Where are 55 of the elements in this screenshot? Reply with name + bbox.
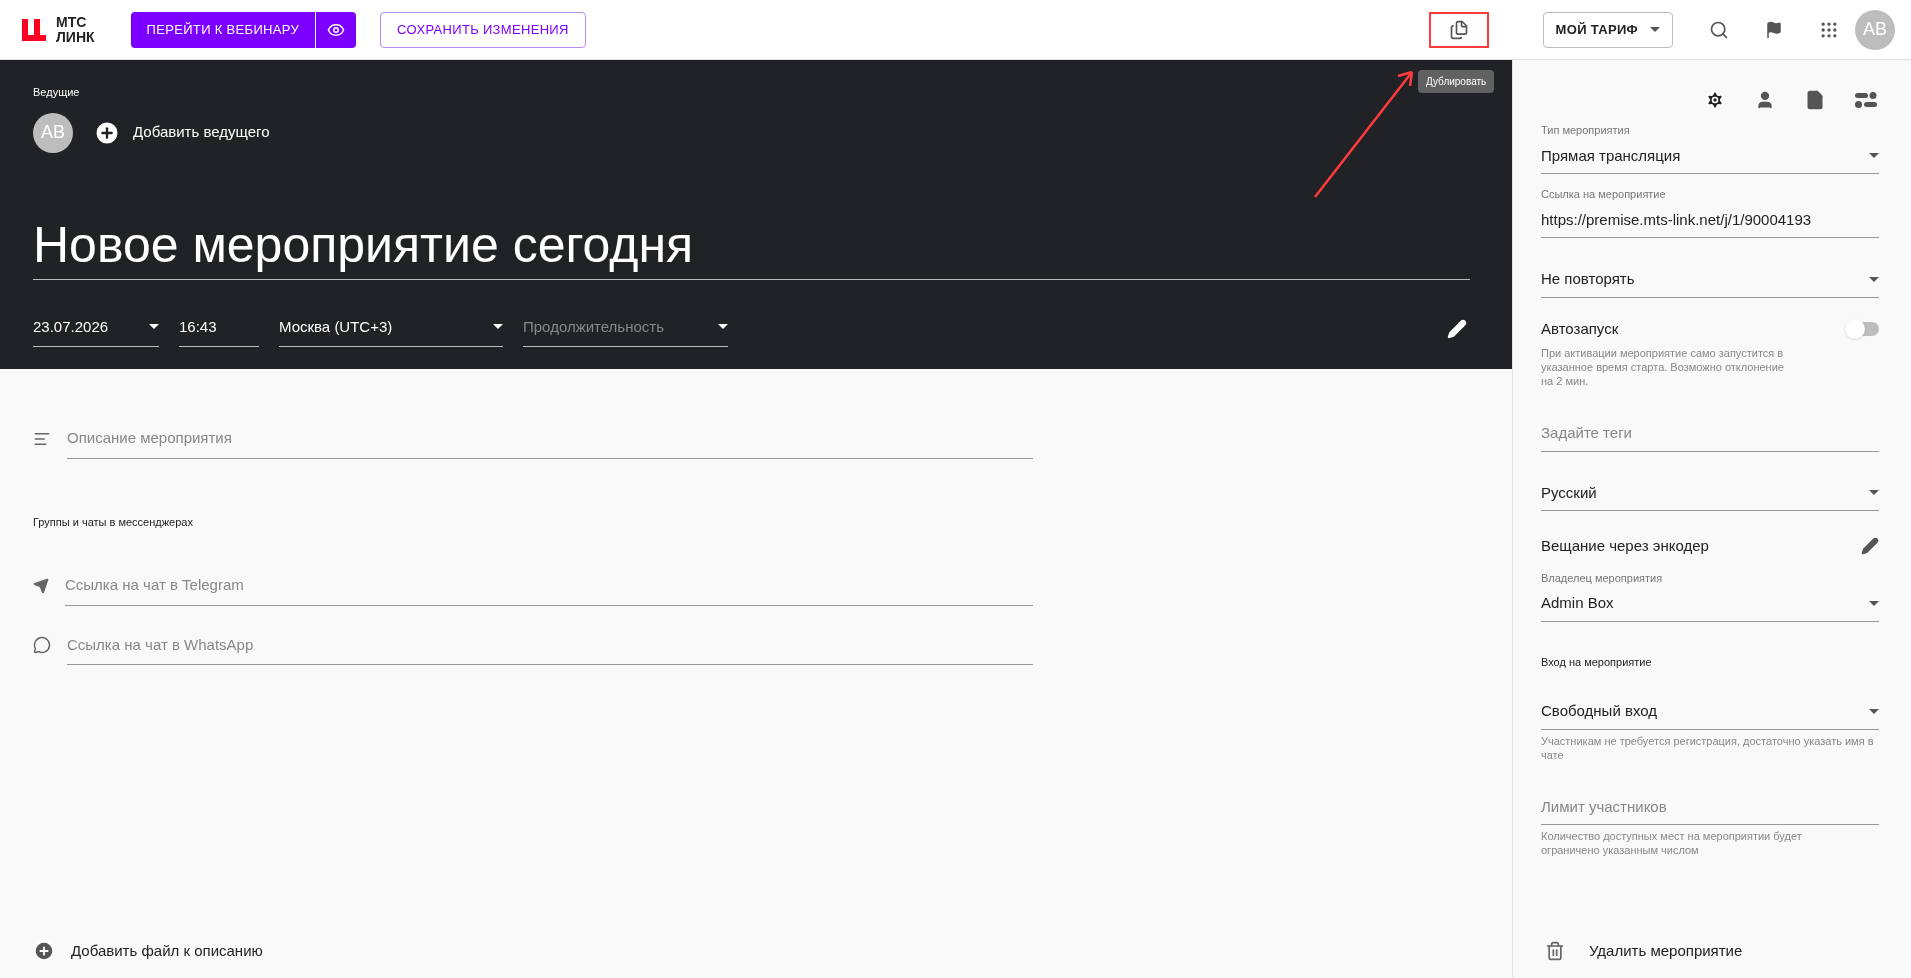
dropdown-caret-icon: [718, 324, 728, 330]
delete-event-button[interactable]: Удалить мероприятие: [1541, 939, 1879, 962]
field-hint: Количество доступных мест на мероприятии будет ограничено указанным числом: [1541, 829, 1803, 857]
section-heading: Вход на мероприятие: [1541, 654, 1653, 670]
field-label: Владелец мероприятия: [1541, 570, 1664, 586]
chat-bubble-icon: [33, 636, 51, 655]
event-title-field[interactable]: Новое мероприятие сегодня: [33, 212, 1470, 280]
hosts-label: Ведущие: [33, 85, 81, 100]
dropdown-caret-icon: [1869, 153, 1879, 159]
flag-icon[interactable]: [1765, 20, 1783, 39]
person-icon[interactable]: [1755, 90, 1775, 110]
dropdown-caret-icon: [1869, 490, 1879, 496]
select-field[interactable]: Прямая трансляция: [1541, 138, 1879, 174]
document-icon[interactable]: [1805, 90, 1825, 110]
dropdown-caret-icon: [1869, 708, 1879, 714]
field-label: Тип мероприятия: [1541, 123, 1631, 138]
logo-text: МТС ЛИНК: [56, 14, 95, 45]
dropdown-caret-icon: [1869, 276, 1879, 282]
toggle-label: Автозапуск: [1541, 318, 1619, 339]
duplicate-button[interactable]: [1428, 11, 1489, 48]
timezone-select[interactable]: Москва (UTC+3): [279, 307, 503, 347]
plus-circle-icon: [33, 939, 55, 962]
field-hint: При активации мероприятие само запустится в указанное время старта. Возможно отклонение на 2 мин.: [1541, 346, 1785, 388]
search-icon[interactable]: [1709, 19, 1729, 40]
duration-select[interactable]: Продолжительность: [523, 307, 728, 347]
field-label: Ссылка на мероприятие: [1541, 187, 1667, 202]
save-changes-button[interactable]: СОХРАНИТЬ ИЗМЕНЕНИЯ: [380, 11, 586, 48]
time-field[interactable]: 16:43: [179, 307, 259, 347]
tooltip: Дублировать: [1418, 70, 1495, 93]
copy-icon: [1448, 19, 1469, 40]
logo-icon: [20, 16, 48, 43]
plan-dropdown-button[interactable]: МОЙ ТАРИФ: [1542, 11, 1673, 48]
date-field[interactable]: 23.07.2026: [33, 307, 159, 347]
settings-icon[interactable]: [1705, 90, 1725, 110]
dropdown-caret-icon: [149, 324, 159, 330]
toggle-switch[interactable]: [1845, 321, 1879, 336]
select-field[interactable]: Не повторять: [1541, 262, 1879, 298]
add-file-button[interactable]: Добавить файл к описанию: [33, 939, 1479, 962]
field-hint: Участникам не требуется регистрация, достаточно указать имя в чате: [1541, 733, 1875, 762]
input-field[interactable]: https://premise.mts-link.net/j/1/90004193: [1541, 202, 1879, 238]
edit-icon[interactable]: [1861, 537, 1879, 556]
trash-icon: [1545, 940, 1565, 961]
go-to-webinar-button[interactable]: ПЕРЕЙТИ К ВЕБИНАРУ: [130, 11, 316, 48]
field-label: Вещание через энкодер: [1541, 536, 1709, 556]
select-field[interactable]: Свободный вход: [1541, 694, 1879, 730]
preview-button[interactable]: [316, 11, 357, 48]
toggles-icon[interactable]: [1855, 90, 1877, 110]
select-field[interactable]: Admin Box: [1541, 586, 1879, 622]
dropdown-caret-icon: [493, 324, 503, 330]
paper-plane-icon: [33, 577, 49, 594]
dropdown-caret-icon: [1650, 27, 1660, 32]
messengers-label: Группы и чаты в мессенджерах: [33, 514, 194, 530]
select-field[interactable]: Русский: [1541, 475, 1879, 511]
add-host-button[interactable]: Добавить ведущего: [93, 118, 270, 147]
dropdown-caret-icon: [1869, 600, 1879, 606]
